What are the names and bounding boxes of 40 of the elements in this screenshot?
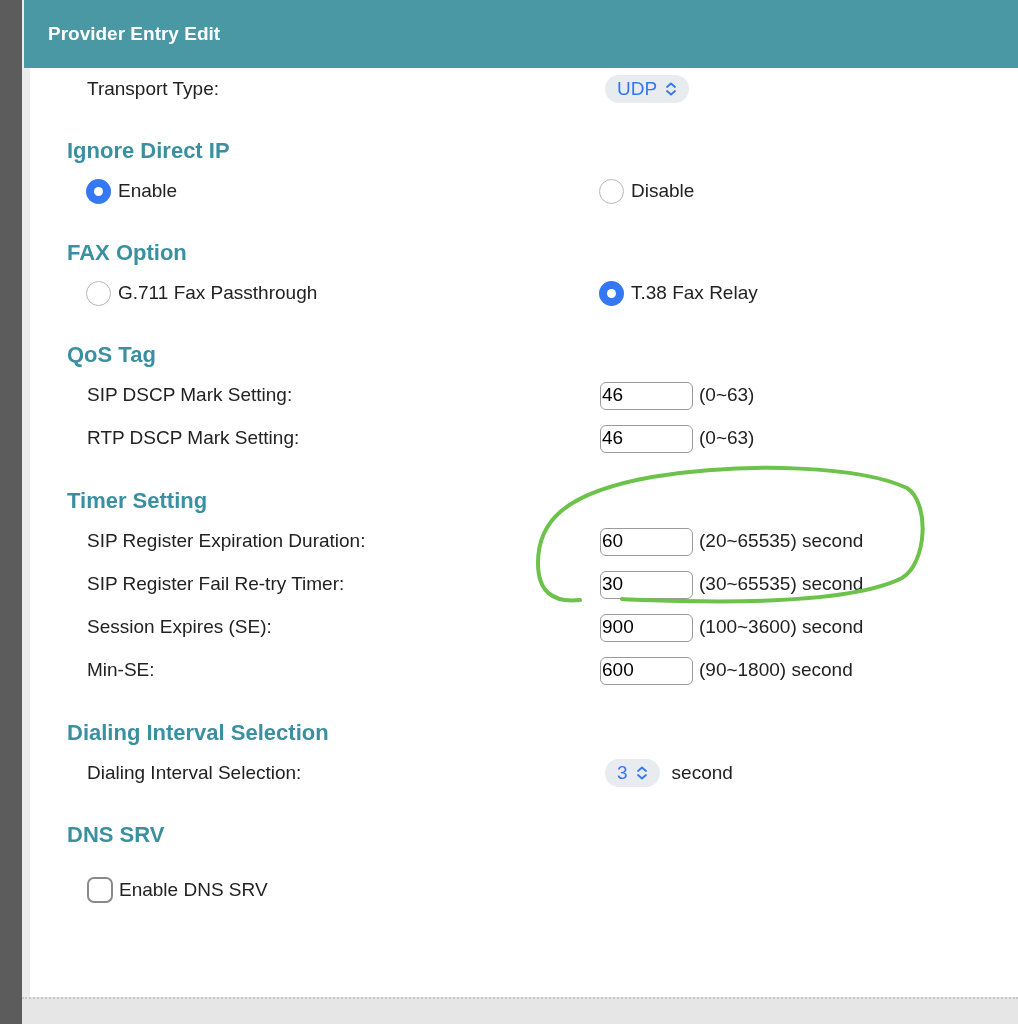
unit-label: second — [671, 760, 733, 785]
range-hint: (100~3600) second — [699, 615, 864, 640]
range-hint: (30~65535) second — [699, 572, 864, 597]
radio-label: G.711 Fax Passthrough — [118, 280, 318, 305]
input-field[interactable]: 46 — [600, 381, 693, 410]
field-label: RTP DSCP Mark Setting: — [87, 426, 301, 451]
chevron-updown-icon — [665, 82, 678, 96]
field-label: SIP Register Fail Re-try Timer: — [87, 572, 346, 597]
range-hint: (90~1800) second — [699, 658, 853, 683]
field-label: SIP Register Expiration Duration: — [87, 529, 367, 554]
checkbox[interactable] — [87, 877, 113, 903]
input-field[interactable]: 900 — [600, 613, 693, 642]
range-hint: (0~63) — [699, 426, 755, 451]
input-field[interactable]: 46 — [600, 424, 693, 453]
section-heading: Timer Setting — [67, 486, 208, 515]
section-heading: Ignore Direct IP — [67, 136, 230, 165]
radio-button[interactable] — [599, 178, 624, 204]
range-hint: (20~65535) second — [699, 529, 864, 554]
radio-button[interactable] — [86, 280, 111, 306]
field-label: Dialing Interval Selection: — [87, 760, 303, 785]
window-title: Provider Entry Edit — [48, 21, 221, 46]
field-label: Transport Type: — [87, 76, 220, 101]
section-heading: DNS SRV — [67, 820, 165, 849]
checkbox-label: Enable DNS SRV — [119, 877, 268, 902]
range-hint: (0~63) — [699, 383, 755, 408]
radio-label: Disable — [631, 178, 695, 203]
radio-button[interactable] — [599, 280, 624, 306]
radio-button[interactable] — [86, 178, 111, 204]
radio-label: Enable — [118, 178, 178, 203]
section-heading: QoS Tag — [67, 340, 156, 369]
input-field[interactable]: 600 — [600, 656, 693, 685]
chevron-updown-icon — [635, 766, 648, 780]
radio-label: T.38 Fax Relay — [631, 280, 758, 305]
input-field[interactable]: 60 — [600, 527, 693, 556]
section-heading: FAX Option — [67, 238, 187, 267]
field-label: SIP DSCP Mark Setting: — [87, 383, 294, 408]
input-field[interactable]: 30 — [600, 570, 693, 599]
field-label: Min-SE: — [87, 658, 156, 683]
field-label: Session Expires (SE): — [87, 615, 273, 640]
section-heading: Dialing Interval Selection — [67, 718, 329, 747]
